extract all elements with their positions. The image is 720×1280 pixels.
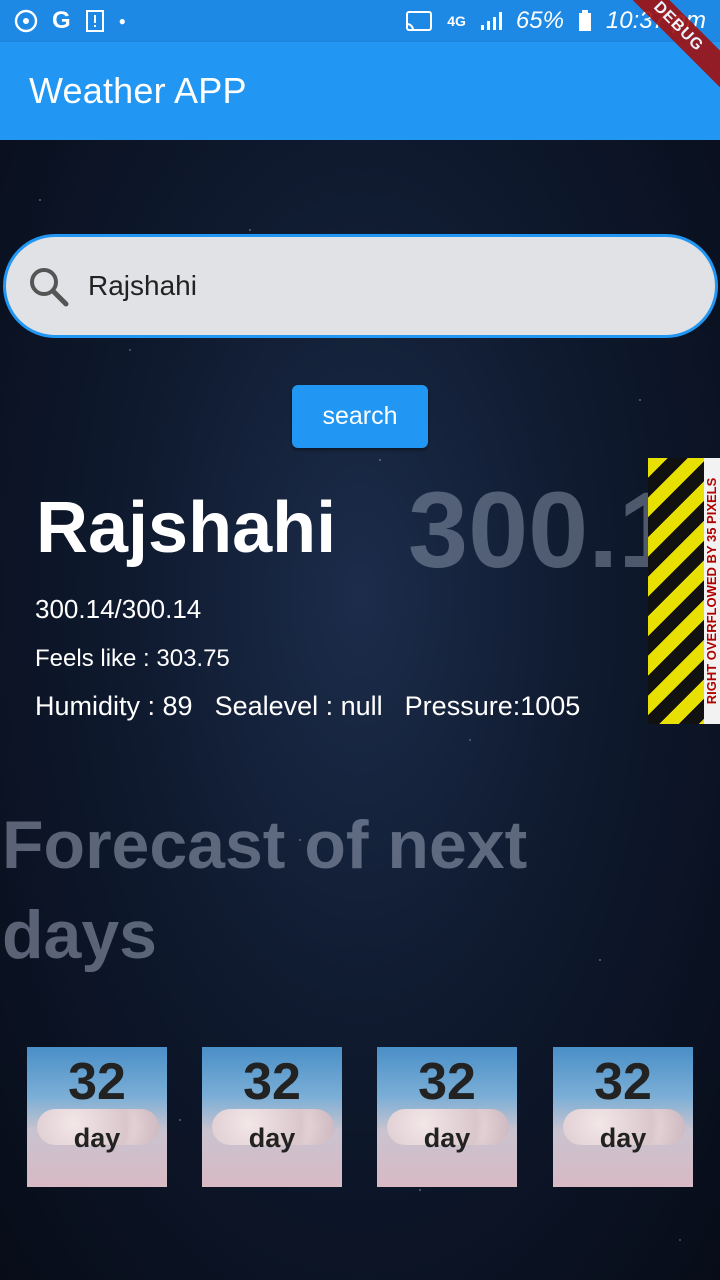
- humidity: Humidity : 89: [35, 691, 193, 721]
- search-field[interactable]: [3, 234, 718, 338]
- overflow-indicator: RIGHT OVERFLOWED BY 35 PIXELS: [648, 458, 720, 724]
- pressure: Pressure:1005: [404, 691, 581, 721]
- forecast-day: day: [248, 1123, 296, 1153]
- search-icon: [30, 268, 69, 307]
- sealevel: Sealevel : null: [214, 691, 383, 721]
- forecast-temp: 32: [594, 1053, 652, 1111]
- search-button[interactable]: search: [292, 385, 428, 448]
- network-type: 4G: [447, 13, 466, 29]
- status-bar: G ● 4G 65% 10:37 pm: [0, 0, 720, 42]
- forecast-day: day: [599, 1123, 647, 1153]
- overflow-warning-text: RIGHT OVERFLOWED BY 35 PIXELS: [704, 458, 720, 724]
- forecast-card: 32 day: [27, 1047, 167, 1187]
- city-name: Rajshahi: [36, 488, 337, 568]
- feels-like: Feels like : 303.75: [35, 645, 230, 672]
- forecast-day: day: [423, 1123, 471, 1153]
- battery-percent: 65%: [515, 7, 564, 34]
- google-icon: G: [52, 7, 71, 34]
- forecast-temp: 32: [418, 1053, 476, 1111]
- cast-icon: [406, 11, 433, 31]
- notification-icon: [85, 10, 104, 32]
- forecast-card: 32 day: [553, 1047, 693, 1187]
- dot-icon: ●: [118, 14, 126, 28]
- battery-icon: [578, 10, 591, 31]
- forecast-card: 32 day: [377, 1047, 517, 1187]
- app-title: Weather APP: [29, 70, 247, 111]
- forecast-temp: 32: [243, 1053, 301, 1111]
- search-input[interactable]: [88, 270, 648, 302]
- signal-icon: [480, 12, 502, 30]
- status-left: G ●: [14, 9, 126, 33]
- weather-stats: Humidity : 89 Sealevel : null Pressure:1…: [35, 691, 580, 722]
- forecast-temp: 32: [68, 1053, 126, 1111]
- app-bar: Weather APP: [0, 42, 720, 140]
- aperture-icon: [14, 9, 38, 33]
- forecast-day: day: [73, 1123, 121, 1153]
- forecast-card: 32 day: [202, 1047, 342, 1187]
- current-temperature: 300.14: [408, 470, 648, 590]
- min-max-temperature: 300.14/300.14: [35, 594, 202, 624]
- forecast-title: Forecast of next days: [2, 807, 528, 973]
